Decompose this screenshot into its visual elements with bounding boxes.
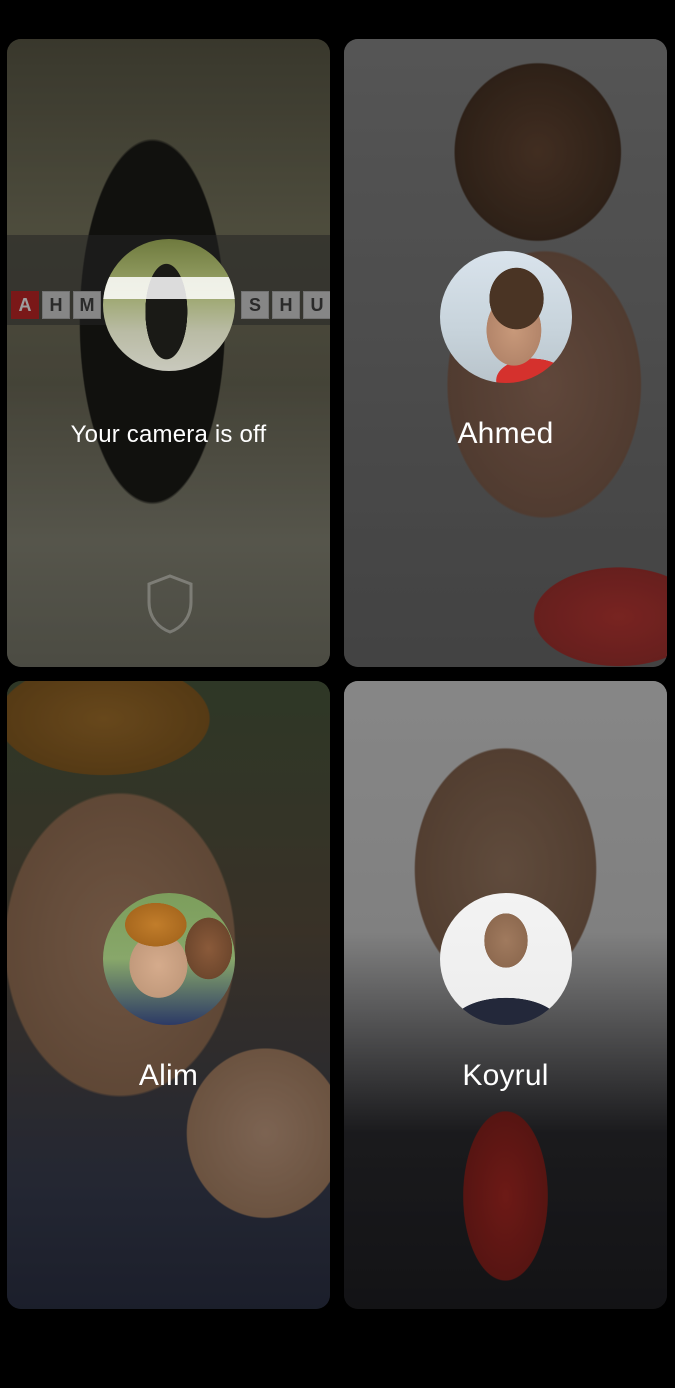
participant-tile-koyrul[interactable]: Koyrul [344,681,667,1309]
participant-grid: A H M S H U Your camera is off Ahmed Ali… [7,39,668,1309]
avatar [102,893,235,1025]
participant-name: Ahmed [457,417,554,450]
avatar [102,239,235,371]
shield-icon [147,574,193,634]
participant-name: Alim [138,1059,199,1092]
video-call-screen: A H M S H U Your camera is off Ahmed Ali… [0,0,675,1388]
avatar-banner-strip [102,277,235,299]
avatar [439,251,572,383]
participant-tile-self[interactable]: A H M S H U Your camera is off [7,39,330,667]
avatar [439,893,572,1025]
participant-name: Koyrul [462,1059,549,1092]
participant-tile-ahmed[interactable]: Ahmed [344,39,667,667]
camera-off-label: Your camera is off [70,421,267,448]
participant-tile-alim[interactable]: Alim [7,681,330,1309]
